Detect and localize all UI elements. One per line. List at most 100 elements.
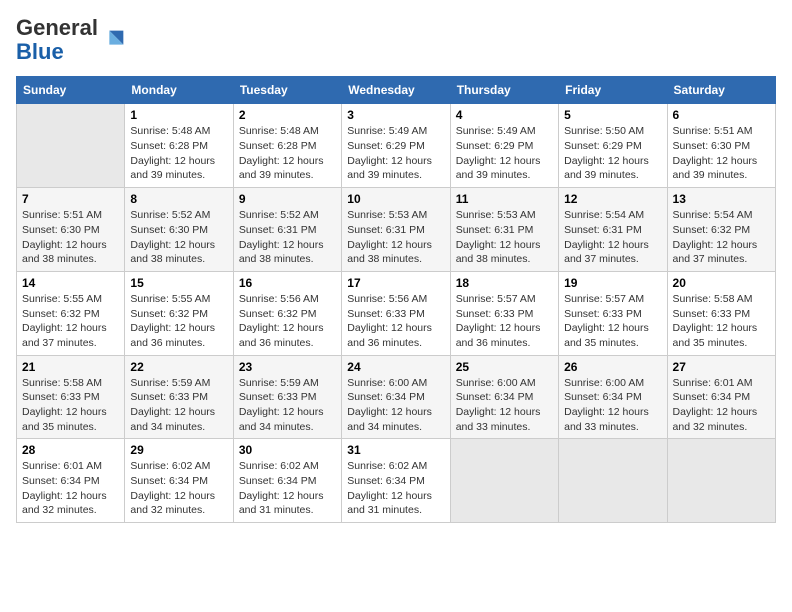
day-cell: 11 Sunrise: 5:53 AM Sunset: 6:31 PM Dayli…	[450, 188, 558, 272]
week-row-3: 14 Sunrise: 5:55 AM Sunset: 6:32 PM Dayli…	[17, 271, 776, 355]
day-cell: 17 Sunrise: 5:56 AM Sunset: 6:33 PM Dayli…	[342, 271, 450, 355]
day-content: Sunrise: 6:00 AM Sunset: 6:34 PM Dayligh…	[456, 376, 553, 435]
day-content: Sunrise: 5:52 AM Sunset: 6:31 PM Dayligh…	[239, 208, 336, 267]
day-cell: 19 Sunrise: 5:57 AM Sunset: 6:33 PM Dayli…	[559, 271, 667, 355]
header-cell-monday: Monday	[125, 77, 233, 104]
day-number: 24	[347, 360, 444, 374]
day-number: 8	[130, 192, 227, 206]
day-cell: 6Sunrise: 5:51 AM Sunset: 6:30 PM Daylig…	[667, 104, 775, 188]
day-content: Sunrise: 6:02 AM Sunset: 6:34 PM Dayligh…	[347, 459, 444, 518]
day-cell: 13 Sunrise: 5:54 AM Sunset: 6:32 PM Dayli…	[667, 188, 775, 272]
day-content: Sunrise: 5:59 AM Sunset: 6:33 PM Dayligh…	[239, 376, 336, 435]
day-content: Sunrise: 5:58 AM Sunset: 6:33 PM Dayligh…	[22, 376, 119, 435]
week-row-1: 1Sunrise: 5:48 AM Sunset: 6:28 PM Daylig…	[17, 104, 776, 188]
day-cell: 20 Sunrise: 5:58 AM Sunset: 6:33 PM Dayli…	[667, 271, 775, 355]
header-cell-wednesday: Wednesday	[342, 77, 450, 104]
header-cell-thursday: Thursday	[450, 77, 558, 104]
day-content: Sunrise: 5:56 AM Sunset: 6:32 PM Dayligh…	[239, 292, 336, 351]
day-content: Sunrise: 5:49 AM Sunset: 6:29 PM Dayligh…	[347, 124, 444, 183]
day-cell: 14Sunrise: 5:55 AM Sunset: 6:32 PM Dayli…	[17, 271, 125, 355]
day-number: 23	[239, 360, 336, 374]
day-cell: 2Sunrise: 5:48 AM Sunset: 6:28 PM Daylig…	[233, 104, 341, 188]
logo-blue: Blue	[16, 39, 64, 64]
header-cell-sunday: Sunday	[17, 77, 125, 104]
day-content: Sunrise: 5:55 AM Sunset: 6:32 PM Dayligh…	[130, 292, 227, 351]
day-cell: 7Sunrise: 5:51 AM Sunset: 6:30 PM Daylig…	[17, 188, 125, 272]
day-content: Sunrise: 5:54 AM Sunset: 6:31 PM Dayligh…	[564, 208, 661, 267]
day-cell: 24 Sunrise: 6:00 AM Sunset: 6:34 PM Dayli…	[342, 355, 450, 439]
day-cell: 8 Sunrise: 5:52 AM Sunset: 6:30 PM Daylig…	[125, 188, 233, 272]
logo-icon	[100, 26, 128, 54]
day-content: Sunrise: 5:50 AM Sunset: 6:29 PM Dayligh…	[564, 124, 661, 183]
day-number: 10	[347, 192, 444, 206]
day-number: 20	[673, 276, 770, 290]
week-row-2: 7Sunrise: 5:51 AM Sunset: 6:30 PM Daylig…	[17, 188, 776, 272]
day-content: Sunrise: 5:57 AM Sunset: 6:33 PM Dayligh…	[564, 292, 661, 351]
day-number: 14	[22, 276, 119, 290]
day-number: 12	[564, 192, 661, 206]
day-number: 4	[456, 108, 553, 122]
day-number: 11	[456, 192, 553, 206]
day-cell	[667, 439, 775, 523]
day-cell: 12 Sunrise: 5:54 AM Sunset: 6:31 PM Dayli…	[559, 188, 667, 272]
day-cell: 3 Sunrise: 5:49 AM Sunset: 6:29 PM Daylig…	[342, 104, 450, 188]
day-cell: 18 Sunrise: 5:57 AM Sunset: 6:33 PM Dayli…	[450, 271, 558, 355]
day-content: Sunrise: 6:02 AM Sunset: 6:34 PM Dayligh…	[130, 459, 227, 518]
day-number: 9	[239, 192, 336, 206]
day-cell	[17, 104, 125, 188]
day-cell: 27Sunrise: 6:01 AM Sunset: 6:34 PM Dayli…	[667, 355, 775, 439]
day-number: 26	[564, 360, 661, 374]
day-number: 30	[239, 443, 336, 457]
day-content: Sunrise: 5:57 AM Sunset: 6:33 PM Dayligh…	[456, 292, 553, 351]
day-number: 28	[22, 443, 119, 457]
day-cell: 25 Sunrise: 6:00 AM Sunset: 6:34 PM Dayli…	[450, 355, 558, 439]
day-content: Sunrise: 6:00 AM Sunset: 6:34 PM Dayligh…	[347, 376, 444, 435]
day-number: 13	[673, 192, 770, 206]
day-content: Sunrise: 5:52 AM Sunset: 6:30 PM Dayligh…	[130, 208, 227, 267]
day-number: 7	[22, 192, 119, 206]
header-cell-friday: Friday	[559, 77, 667, 104]
day-number: 19	[564, 276, 661, 290]
day-content: Sunrise: 5:58 AM Sunset: 6:33 PM Dayligh…	[673, 292, 770, 351]
day-cell: 4 Sunrise: 5:49 AM Sunset: 6:29 PM Daylig…	[450, 104, 558, 188]
day-number: 2	[239, 108, 336, 122]
day-content: Sunrise: 5:49 AM Sunset: 6:29 PM Dayligh…	[456, 124, 553, 183]
day-content: Sunrise: 5:56 AM Sunset: 6:33 PM Dayligh…	[347, 292, 444, 351]
day-cell	[559, 439, 667, 523]
day-number: 31	[347, 443, 444, 457]
page-header: General Blue	[16, 16, 776, 64]
week-row-4: 21 Sunrise: 5:58 AM Sunset: 6:33 PM Dayli…	[17, 355, 776, 439]
header-cell-tuesday: Tuesday	[233, 77, 341, 104]
day-content: Sunrise: 6:01 AM Sunset: 6:34 PM Dayligh…	[673, 376, 770, 435]
day-cell: 5 Sunrise: 5:50 AM Sunset: 6:29 PM Daylig…	[559, 104, 667, 188]
day-number: 29	[130, 443, 227, 457]
day-number: 17	[347, 276, 444, 290]
day-number: 15	[130, 276, 227, 290]
day-content: Sunrise: 5:48 AM Sunset: 6:28 PM Dayligh…	[130, 124, 227, 183]
day-number: 6	[673, 108, 770, 122]
day-cell: 15 Sunrise: 5:55 AM Sunset: 6:32 PM Dayli…	[125, 271, 233, 355]
day-content: Sunrise: 6:02 AM Sunset: 6:34 PM Dayligh…	[239, 459, 336, 518]
day-number: 3	[347, 108, 444, 122]
day-cell: 23 Sunrise: 5:59 AM Sunset: 6:33 PM Dayli…	[233, 355, 341, 439]
day-number: 18	[456, 276, 553, 290]
day-cell: 30 Sunrise: 6:02 AM Sunset: 6:34 PM Dayli…	[233, 439, 341, 523]
day-number: 16	[239, 276, 336, 290]
day-cell: 16 Sunrise: 5:56 AM Sunset: 6:32 PM Dayli…	[233, 271, 341, 355]
header-cell-saturday: Saturday	[667, 77, 775, 104]
day-number: 25	[456, 360, 553, 374]
day-content: Sunrise: 5:54 AM Sunset: 6:32 PM Dayligh…	[673, 208, 770, 267]
day-cell: 9 Sunrise: 5:52 AM Sunset: 6:31 PM Daylig…	[233, 188, 341, 272]
day-number: 5	[564, 108, 661, 122]
day-content: Sunrise: 5:53 AM Sunset: 6:31 PM Dayligh…	[347, 208, 444, 267]
day-cell: 10 Sunrise: 5:53 AM Sunset: 6:31 PM Dayli…	[342, 188, 450, 272]
day-cell: 22Sunrise: 5:59 AM Sunset: 6:33 PM Dayli…	[125, 355, 233, 439]
day-cell: 26 Sunrise: 6:00 AM Sunset: 6:34 PM Dayli…	[559, 355, 667, 439]
day-number: 21	[22, 360, 119, 374]
logo-general: General	[16, 15, 98, 40]
day-cell: 28Sunrise: 6:01 AM Sunset: 6:34 PM Dayli…	[17, 439, 125, 523]
day-cell: 21 Sunrise: 5:58 AM Sunset: 6:33 PM Dayli…	[17, 355, 125, 439]
logo: General Blue	[16, 16, 128, 64]
day-content: Sunrise: 5:53 AM Sunset: 6:31 PM Dayligh…	[456, 208, 553, 267]
day-content: Sunrise: 6:00 AM Sunset: 6:34 PM Dayligh…	[564, 376, 661, 435]
